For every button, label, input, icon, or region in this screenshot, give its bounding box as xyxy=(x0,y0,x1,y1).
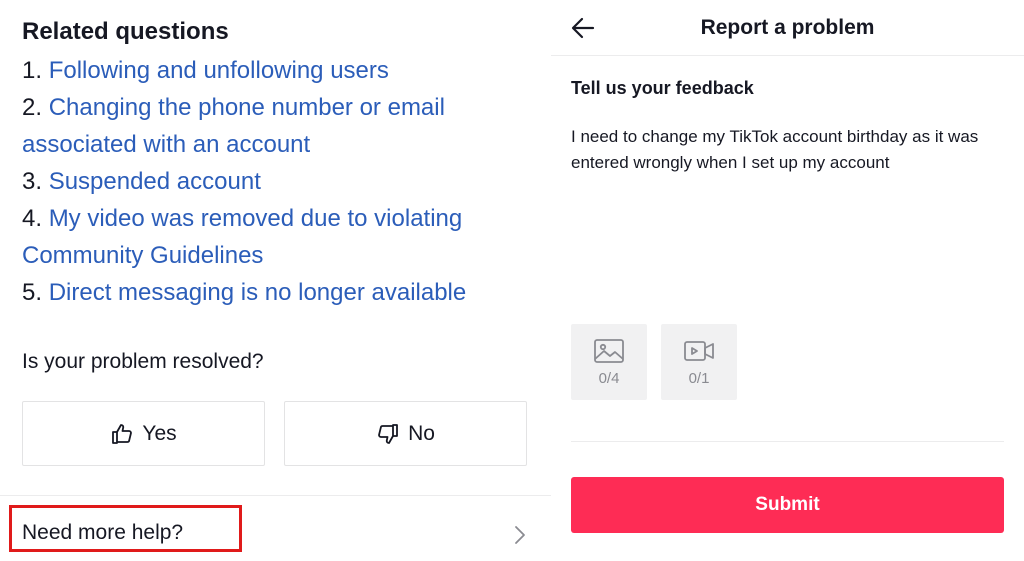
related-question-item: 4. My video was removed due to violating… xyxy=(22,200,532,274)
related-questions-title: Related questions xyxy=(22,18,229,45)
question-number: 4. xyxy=(22,205,43,232)
question-number: 3. xyxy=(22,168,43,195)
related-question-item: 2. Changing the phone number or email as… xyxy=(22,89,532,163)
no-label: No xyxy=(408,421,435,445)
video-camera-icon xyxy=(684,340,714,361)
resolved-question: Is your problem resolved? xyxy=(22,350,264,373)
add-video-button[interactable]: 0/1 xyxy=(661,324,737,400)
divider xyxy=(571,441,1004,442)
feedback-textarea[interactable]: I need to change my TikTok account birth… xyxy=(571,124,1001,176)
related-question-link[interactable]: My video was removed due to violating Co… xyxy=(22,205,462,269)
chevron-right-icon xyxy=(515,526,525,544)
feedback-label: Tell us your feedback xyxy=(571,78,754,98)
related-question-link[interactable]: Direct messaging is no longer available xyxy=(49,279,467,306)
question-number: 5. xyxy=(22,279,43,306)
report-problem-panel: Report a problem Tell us your feedback I… xyxy=(551,0,1024,561)
add-image-button[interactable]: 0/4 xyxy=(571,324,647,400)
yes-button[interactable]: Yes xyxy=(22,401,265,466)
related-question-link[interactable]: Following and unfollowing users xyxy=(49,57,389,84)
help-article-panel: Related questions 1. Following and unfol… xyxy=(0,0,551,561)
thumbs-up-icon xyxy=(112,423,133,444)
no-button[interactable]: No xyxy=(284,401,527,466)
video-count: 0/1 xyxy=(688,369,710,387)
submit-button[interactable]: Submit xyxy=(571,477,1004,533)
related-questions-list: 1. Following and unfollowing users 2. Ch… xyxy=(22,52,532,311)
image-icon xyxy=(594,338,624,363)
related-question-item: 5. Direct messaging is no longer availab… xyxy=(22,274,532,311)
feedback-buttons: Yes No xyxy=(22,401,527,466)
highlight-box xyxy=(9,505,242,552)
related-question-item: 1. Following and unfollowing users xyxy=(22,52,532,89)
image-count: 0/4 xyxy=(598,369,620,387)
related-question-item: 3. Suspended account xyxy=(22,163,532,200)
related-question-link[interactable]: Changing the phone number or email assoc… xyxy=(22,94,445,158)
question-number: 2. xyxy=(22,94,43,121)
yes-label: Yes xyxy=(142,421,177,445)
header: Report a problem xyxy=(551,0,1024,56)
page-title: Report a problem xyxy=(700,16,875,39)
related-question-link[interactable]: Suspended account xyxy=(49,168,261,195)
thumbs-down-icon xyxy=(378,423,398,444)
question-number: 1. xyxy=(22,57,43,84)
